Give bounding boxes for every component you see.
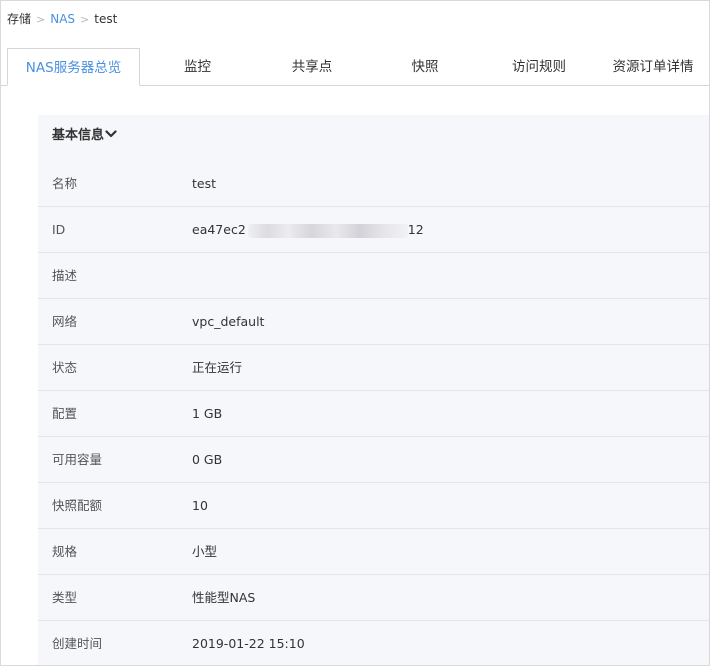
info-label: 名称: [52, 176, 78, 191]
info-label: 快照配额: [52, 498, 103, 513]
info-value: 0 GB: [192, 452, 223, 467]
info-row-status: 状态 正在运行: [38, 345, 709, 391]
info-label: ID: [52, 222, 66, 237]
info-row-spec: 规格 小型: [38, 529, 709, 575]
info-label: 描述: [52, 268, 78, 283]
chevron-down-icon: [105, 128, 117, 143]
tab-monitoring[interactable]: 监控: [138, 48, 257, 84]
info-row-snapshot-quota: 快照配额 10: [38, 483, 709, 529]
tab-access-rules[interactable]: 访问规则: [483, 48, 595, 84]
tab-order-details[interactable]: 资源订单详情: [595, 48, 709, 84]
tab-nas-overview[interactable]: NAS服务器总览: [7, 48, 140, 86]
info-row-available-capacity: 可用容量 0 GB: [38, 437, 709, 483]
breadcrumb-separator: >: [36, 13, 46, 26]
breadcrumb-current: test: [94, 12, 118, 26]
basic-info-panel: 基本信息 名称 test ID ea47ec2 12 描述 网络 vpc_defa…: [38, 115, 709, 665]
basic-info-title: 基本信息: [52, 128, 105, 143]
info-label: 配置: [52, 406, 78, 421]
info-row-config: 配置 1 GB: [38, 391, 709, 437]
info-value-id: ea47ec2 12: [192, 207, 424, 253]
info-row-name: 名称 test: [38, 161, 709, 207]
info-label: 规格: [52, 544, 78, 559]
info-label: 类型: [52, 590, 78, 605]
redacted-id-mask: [247, 223, 408, 238]
basic-info-toggle[interactable]: 基本信息: [52, 124, 117, 143]
info-row-description: 描述: [38, 253, 709, 299]
info-value: test: [192, 176, 217, 191]
info-value: 2019-01-22 15:10: [192, 636, 305, 651]
breadcrumb-nas-link[interactable]: NAS: [50, 12, 75, 26]
info-value: 10: [192, 498, 208, 513]
info-value: 正在运行: [192, 360, 243, 375]
info-row-id: ID ea47ec2 12: [38, 207, 709, 253]
info-label: 状态: [52, 360, 78, 375]
info-row-type: 类型 性能型NAS: [38, 575, 709, 621]
id-suffix: 12: [407, 222, 424, 237]
info-value: 1 GB: [192, 406, 223, 421]
breadcrumb-root[interactable]: 存储: [7, 12, 31, 26]
info-row-created-time: 创建时间 2019-01-22 15:10: [38, 621, 709, 665]
info-value: 性能型NAS: [192, 590, 256, 605]
breadcrumb: 存储 > NAS > test: [7, 11, 117, 28]
tab-bar: NAS服务器总览 监控 共享点 快照 访问规则 资源订单详情: [1, 48, 709, 86]
breadcrumb-separator: >: [80, 13, 90, 26]
tab-shares[interactable]: 共享点: [257, 48, 367, 84]
info-row-network: 网络 vpc_default: [38, 299, 709, 345]
info-label: 可用容量: [52, 452, 103, 467]
id-prefix: ea47ec2: [192, 222, 246, 237]
info-label: 创建时间: [52, 636, 103, 651]
tab-snapshots[interactable]: 快照: [367, 48, 483, 84]
info-value: 小型: [192, 544, 218, 559]
info-value: vpc_default: [192, 314, 265, 329]
info-label: 网络: [52, 314, 78, 329]
nas-detail-window: 存储 > NAS > test NAS服务器总览 监控 共享点 快照 访问规则 资源订单…: [0, 0, 710, 666]
